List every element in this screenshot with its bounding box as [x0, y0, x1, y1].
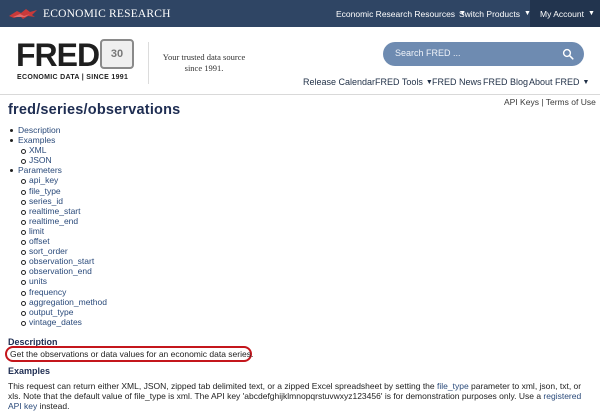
toc-param[interactable]: aggregation_method	[21, 297, 107, 307]
nav-label: FRED Tools	[375, 77, 423, 87]
toc-param[interactable]: units	[21, 276, 107, 286]
toc-item-parameters: Parameters api_key file_type series_id r…	[10, 165, 107, 327]
toc-param[interactable]: observation_end	[21, 266, 107, 276]
nav-about-fred[interactable]: About FRED ▼	[529, 75, 589, 89]
nav-fred-news[interactable]: FRED News	[432, 75, 482, 89]
fred-wordmark: FRED	[16, 37, 100, 73]
nav-label: FRED Blog	[483, 77, 529, 87]
toc-item-description[interactable]: Description	[10, 125, 107, 135]
description-text: Get the observations or data values for …	[10, 349, 254, 359]
site-header: FRED 30 ECONOMIC DATA | SINCE 1991 Your …	[0, 27, 600, 95]
nav-label: Release Calendar	[303, 77, 376, 87]
toc-param[interactable]: file_type	[21, 186, 107, 196]
nav-release-calendar[interactable]: Release Calendar	[303, 75, 375, 89]
divider	[148, 42, 149, 84]
toc-param[interactable]: realtime_end	[21, 216, 107, 226]
page-title: fred/series/observations	[8, 102, 181, 118]
toc-param[interactable]: sort_order	[21, 246, 107, 256]
menu-label: Economic Research Resources	[336, 8, 456, 19]
api-keys-link[interactable]: API Keys	[504, 97, 539, 107]
tagline-line: Your trusted data source	[162, 52, 246, 62]
search-input[interactable]: Search FRED ...	[383, 42, 584, 66]
examples-heading: Examples	[8, 366, 51, 376]
toc-item-xml[interactable]: XML	[21, 145, 107, 155]
top-bar: ECONOMIC RESEARCH Economic Research Reso…	[0, 0, 600, 27]
toc-param[interactable]: frequency	[21, 287, 107, 297]
terms-of-use-link[interactable]: Terms of Use	[546, 97, 596, 107]
examples-text: This request can return either XML, JSON…	[8, 381, 596, 411]
brand-name: ECONOMIC RESEARCH	[43, 7, 171, 20]
toc-param[interactable]: observation_start	[21, 256, 107, 266]
tagline: Your trusted data source since 1991.	[150, 52, 258, 74]
chevron-down-icon: ▼	[587, 10, 595, 17]
toc-param[interactable]: vintage_dates	[21, 317, 107, 327]
search-placeholder: Search FRED ...	[395, 48, 461, 58]
nav-label: About FRED	[529, 77, 580, 87]
file-type-link[interactable]: file_type	[437, 381, 469, 391]
chevron-down-icon: ▼	[582, 78, 590, 86]
toc-link[interactable]: Parameters	[18, 165, 62, 175]
utility-links: API Keys | Terms of Use	[504, 97, 596, 107]
menu-label: Switch Products	[459, 8, 520, 19]
nav-fred-blog[interactable]: FRED Blog	[483, 75, 528, 89]
fred-subtitle: ECONOMIC DATA | SINCE 1991	[17, 74, 129, 81]
toc-param[interactable]: limit	[21, 226, 107, 236]
fred-logo[interactable]: FRED 30 ECONOMIC DATA | SINCE 1991	[16, 39, 138, 89]
search-icon[interactable]	[562, 48, 574, 60]
economic-research-logo[interactable]: ECONOMIC RESEARCH	[8, 4, 171, 23]
menu-label: My Account	[540, 8, 584, 19]
eagle-icon	[9, 8, 37, 19]
switch-products-menu[interactable]: Switch Products ▼	[459, 0, 531, 27]
text-segment: instead.	[37, 401, 70, 411]
separator: |	[538, 97, 546, 107]
nav-label: FRED News	[432, 77, 482, 87]
table-of-contents: Description Examples XML JSON Parameters…	[10, 125, 107, 327]
toc-param[interactable]: series_id	[21, 196, 107, 206]
text-segment: This request can return either XML, JSON…	[8, 381, 438, 391]
tagline-line: since 1991.	[184, 63, 224, 73]
toc-item-json[interactable]: JSON	[21, 155, 107, 165]
economic-research-resources-menu[interactable]: Economic Research Resources ▼	[336, 0, 466, 27]
nav-fred-tools[interactable]: FRED Tools ▼	[375, 75, 433, 89]
toc-param[interactable]: realtime_start	[21, 206, 107, 216]
toc-param[interactable]: api_key	[21, 175, 107, 185]
toc-item-examples: Examples XML JSON	[10, 135, 107, 165]
toc-param[interactable]: offset	[21, 236, 107, 246]
my-account-menu[interactable]: My Account ▼	[530, 0, 600, 27]
toc-param[interactable]: output_type	[21, 307, 107, 317]
anniversary-badge: 30	[100, 39, 134, 69]
toc-link[interactable]: Examples	[18, 135, 55, 145]
